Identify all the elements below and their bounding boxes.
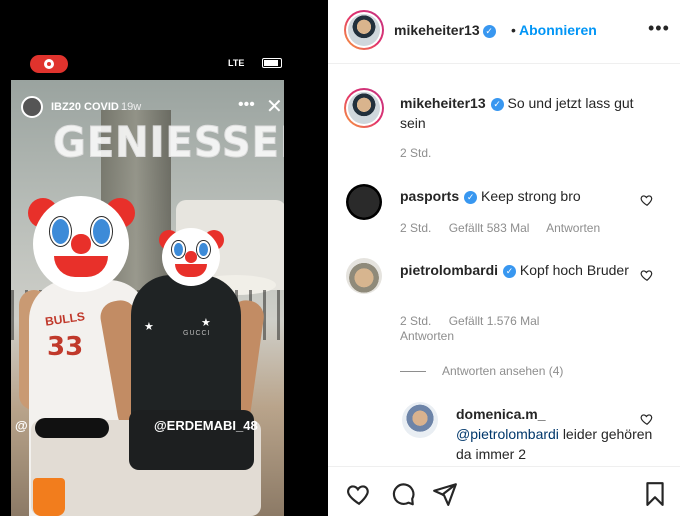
comment-likes[interactable]: Gefällt 1.576 Mal [449,314,540,328]
clown-nose [185,251,197,263]
reply-username[interactable]: domenica.m_ [456,406,545,422]
comment-username[interactable]: pasports [400,188,459,204]
comment-icon[interactable] [390,481,416,507]
clown-mouth [54,255,108,277]
clown-face-icon [33,196,129,292]
clown-eye [196,240,210,259]
comment-time[interactable]: 2 Std. [400,314,431,328]
comment-username[interactable]: pietrolombardi [400,262,498,278]
redaction-blob [35,418,109,438]
clown-mouth [174,263,208,277]
bookmark-icon[interactable] [642,481,668,507]
carrier-label: LTE [228,58,245,68]
comment-meta: 2 Std. Gefällt 1.576 Mal Antworten [400,314,580,344]
battery-icon [262,58,282,68]
story-username: IBZ20 COVID [51,101,119,113]
verified-badge-icon: ✓ [464,191,478,204]
reply-like-icon[interactable] [640,412,654,426]
author-username[interactable]: mikeheiter13 [394,22,480,38]
clown-nose [71,234,91,254]
post-action-bar [328,466,680,516]
comment-text: pietrolombardi ✓ Kopf hoch Bruder [400,260,640,280]
recording-indicator [30,55,68,73]
comment-meta: 2 Std. Gefällt 583 Mal Antworten [400,221,614,235]
caption-meta: 2 Std. [400,146,445,160]
story-close-icon: ✕ [266,96,283,118]
comment-body: Keep strong bro [481,188,581,204]
author-avatar[interactable] [344,10,384,50]
story-mention-right: @ERDEMABI_48 [154,418,258,433]
caption-avatar[interactable] [344,88,384,128]
shirt-brand: GUCCI [183,330,211,337]
comment-like-icon[interactable] [640,268,654,282]
story-avatar [21,96,43,118]
clown-face-icon [162,228,220,286]
avatar-image [348,92,380,124]
share-icon[interactable] [432,481,458,507]
story-overlay-text: GENIESSER [53,118,284,168]
comment-likes[interactable]: Gefällt 583 Mal [449,221,530,235]
story-time: 19w [121,101,142,113]
star-icon: ★ [144,321,154,333]
phone-status-bar: LTE [0,50,328,78]
reply-mention-link[interactable]: @pietrolombardi [456,426,559,442]
caption-time[interactable]: 2 Std. [400,146,431,160]
record-icon [44,59,54,69]
clown-eye [90,217,112,246]
verified-badge-icon: ✓ [482,25,496,38]
jersey-number: 33 [47,332,84,362]
comment-reply-button[interactable]: Antworten [546,221,600,235]
reply-avatar[interactable] [402,402,438,438]
commenter-avatar[interactable] [346,184,382,220]
comment-reply-button[interactable]: Antworten [400,329,454,343]
comment-body: Kopf hoch Bruder [519,262,629,278]
caption-text: mikeheiter13 ✓ So und jetzt lass gut sein [400,93,640,133]
comment-like-icon[interactable] [640,193,654,207]
reply-text: domenica.m_ @pietrolombardi leider gehör… [456,404,656,464]
post-media[interactable]: LTE IBZ20 COVID 19w ••• ✕ GENIESSER BULL… [0,0,328,516]
follow-button[interactable]: Abonnieren [519,22,597,38]
more-options-icon[interactable]: ••• [648,18,670,39]
author-name-row: mikeheiter13 ✓ [394,22,496,40]
star-icon: ★ [201,317,211,329]
clown-eye [172,240,186,259]
view-replies-button[interactable]: Antworten ansehen (4) [442,364,563,378]
avatar-image [348,14,380,46]
clown-eye [50,217,72,246]
commenter-avatar[interactable] [346,258,382,294]
story-header: IBZ20 COVID 19w ••• ✕ [21,96,283,120]
caption-username[interactable]: mikeheiter13 [400,95,486,111]
story-screenshot: IBZ20 COVID 19w ••• ✕ GENIESSER BULLS 33… [11,80,284,516]
orange-cup [33,478,65,516]
verified-badge-icon: ✓ [490,98,504,111]
story-more-icon: ••• [238,96,255,113]
post-panel: mikeheiter13 ✓ • Abonnieren ••• mikeheite… [328,0,680,516]
comment-time[interactable]: 2 Std. [400,221,431,235]
comment-text: pasports ✓ Keep strong bro [400,186,640,206]
story-mention-left: @ [15,418,28,433]
separator-dot: • [511,22,516,38]
heart-icon[interactable] [346,481,372,507]
view-replies-line [400,371,426,372]
verified-badge-icon: ✓ [503,265,517,278]
post-header: mikeheiter13 ✓ • Abonnieren ••• [328,0,680,64]
